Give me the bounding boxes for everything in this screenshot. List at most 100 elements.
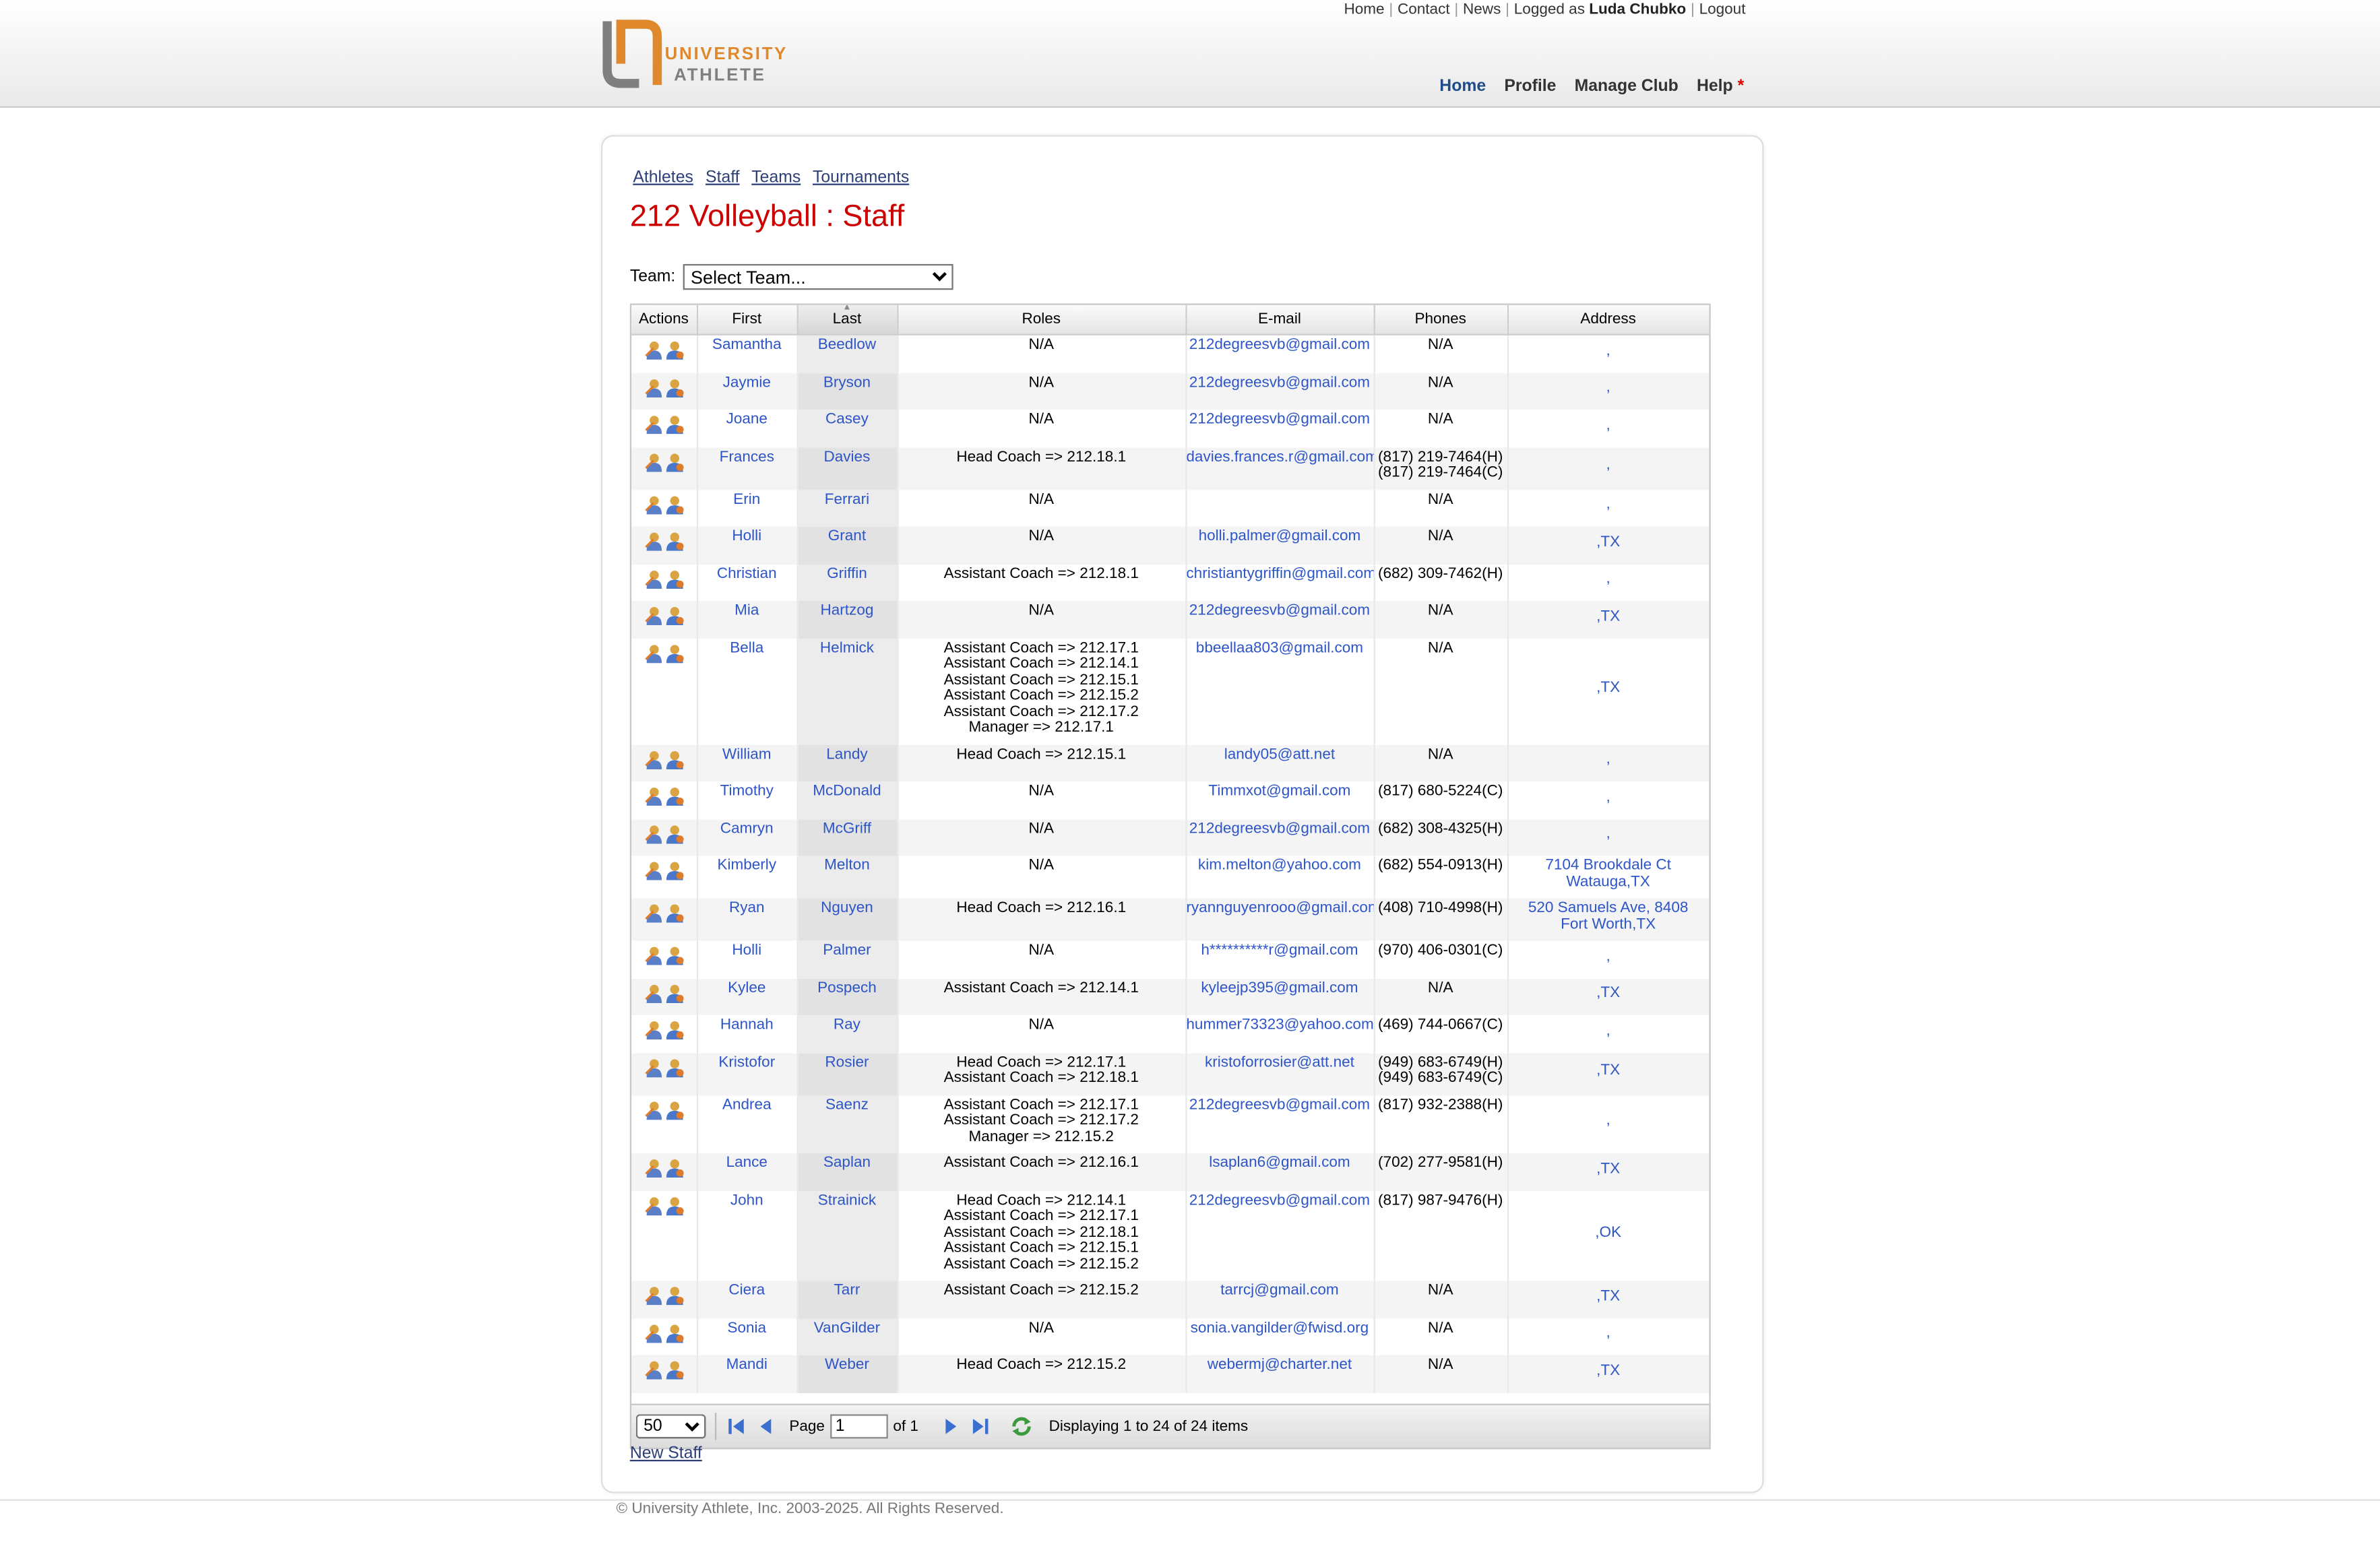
user-account-icon[interactable] — [664, 823, 684, 843]
user-account-icon[interactable] — [664, 1322, 684, 1343]
first-name-link[interactable]: Andrea — [722, 1097, 772, 1114]
email-link[interactable]: davies.frances.r@gmail.com — [1186, 449, 1372, 465]
last-name-link[interactable]: Saenz — [825, 1097, 869, 1114]
address-link[interactable]: ,TX — [1508, 680, 1708, 697]
last-name-link[interactable]: Nguyen — [821, 900, 873, 917]
email-link[interactable]: sonia.vangilder@fwisd.org — [1191, 1320, 1369, 1337]
address-link[interactable]: , — [1508, 752, 1708, 769]
user-account-icon[interactable] — [664, 945, 684, 965]
first-name-link[interactable]: Kylee — [728, 979, 765, 996]
last-name-link[interactable]: VanGilder — [814, 1320, 881, 1337]
last-name-link[interactable]: Bryson — [823, 374, 871, 391]
user-account-icon[interactable] — [664, 531, 684, 551]
user-account-icon[interactable] — [664, 1020, 684, 1040]
edit-staff-icon[interactable] — [644, 786, 663, 806]
last-name-link[interactable]: Helmick — [820, 639, 874, 656]
address-link[interactable]: , — [1508, 497, 1708, 514]
user-account-icon[interactable] — [664, 606, 684, 626]
user-account-icon[interactable] — [664, 749, 684, 769]
column-header-first[interactable]: First — [696, 304, 798, 335]
nav-help[interactable]: Help * — [1697, 77, 1744, 96]
email-link[interactable]: hummer73323@yahoo.com — [1186, 1017, 1372, 1033]
address-link[interactable]: , — [1508, 1113, 1708, 1130]
tab-athletes[interactable]: Athletes — [633, 168, 693, 187]
first-name-link[interactable]: Lance — [726, 1155, 768, 1171]
address-link[interactable]: , — [1508, 1326, 1708, 1343]
user-account-icon[interactable] — [664, 1099, 684, 1120]
address-link[interactable]: , — [1508, 827, 1708, 843]
last-name-link[interactable]: Beedlow — [818, 337, 876, 354]
column-header-phones[interactable]: Phones — [1373, 304, 1508, 335]
email-link[interactable]: 212degreesvb@gmail.com — [1189, 374, 1370, 391]
address-link[interactable]: ,TX — [1508, 1161, 1708, 1178]
top-link-contact[interactable]: Contact — [1398, 1, 1450, 18]
last-name-link[interactable]: Pospech — [817, 979, 877, 996]
user-account-icon[interactable] — [664, 1359, 684, 1380]
address-link[interactable]: ,OK — [1508, 1225, 1708, 1242]
address-link[interactable]: , — [1508, 417, 1708, 435]
email-link[interactable]: 212degreesvb@gmail.com — [1189, 337, 1370, 354]
address-link[interactable]: ,TX — [1508, 1288, 1708, 1306]
last-name-link[interactable]: Ferrari — [825, 491, 869, 508]
first-name-link[interactable]: Kristofor — [718, 1054, 775, 1070]
email-link[interactable]: bbeellaa803@gmail.com — [1196, 639, 1363, 656]
first-name-link[interactable]: Joane — [726, 411, 768, 428]
last-name-link[interactable]: McDonald — [813, 783, 881, 800]
column-header-address[interactable]: Address — [1507, 304, 1710, 335]
email-link[interactable]: lsaplan6@gmail.com — [1209, 1155, 1350, 1171]
column-header-actions[interactable]: Actions — [631, 304, 698, 335]
address-link[interactable]: , — [1508, 343, 1708, 360]
address-link[interactable]: ,TX — [1508, 1062, 1708, 1080]
edit-staff-icon[interactable] — [644, 494, 663, 514]
email-link[interactable]: 212degreesvb@gmail.com — [1189, 821, 1370, 837]
new-staff-link[interactable]: New Staff — [630, 1444, 702, 1463]
user-account-icon[interactable] — [664, 494, 684, 514]
email-link[interactable]: 212degreesvb@gmail.com — [1189, 1097, 1370, 1114]
first-page-icon[interactable] — [726, 1416, 747, 1438]
tab-tournaments[interactable]: Tournaments — [813, 168, 909, 187]
user-account-icon[interactable] — [664, 414, 684, 435]
edit-staff-icon[interactable] — [644, 1322, 663, 1343]
last-name-link[interactable]: Grant — [828, 528, 866, 545]
first-name-link[interactable]: Ryan — [729, 900, 765, 917]
email-link[interactable]: christiantygriffin@gmail.com — [1186, 565, 1372, 582]
user-account-icon[interactable] — [664, 569, 684, 588]
first-name-link[interactable]: Bella — [730, 639, 763, 656]
first-name-link[interactable]: Hannah — [720, 1017, 774, 1033]
edit-staff-icon[interactable] — [644, 1158, 663, 1178]
user-account-icon[interactable] — [664, 1285, 684, 1306]
edit-staff-icon[interactable] — [644, 340, 663, 360]
address-link[interactable]: , — [1508, 457, 1708, 474]
first-name-link[interactable]: Frances — [720, 449, 774, 465]
nav-profile[interactable]: Profile — [1504, 77, 1556, 96]
last-name-link[interactable]: Landy — [826, 746, 867, 763]
edit-staff-icon[interactable] — [644, 451, 663, 472]
edit-staff-icon[interactable] — [644, 1195, 663, 1215]
user-account-icon[interactable] — [664, 643, 684, 663]
last-name-link[interactable]: Hartzog — [820, 602, 873, 619]
refresh-icon[interactable] — [1009, 1416, 1034, 1438]
address-link[interactable]: , — [1508, 1023, 1708, 1039]
edit-staff-icon[interactable] — [644, 823, 663, 843]
address-link[interactable]: 7104 Brookdale Ct Watauga,TX — [1508, 858, 1708, 891]
last-name-link[interactable]: McGriff — [823, 821, 871, 837]
address-link[interactable]: ,TX — [1508, 1363, 1708, 1380]
first-name-link[interactable]: John — [730, 1192, 763, 1209]
user-account-icon[interactable] — [664, 860, 684, 880]
first-name-link[interactable]: Holli — [732, 942, 761, 959]
top-link-home[interactable]: Home — [1344, 1, 1384, 18]
address-link[interactable]: ,TX — [1508, 986, 1708, 1002]
email-link[interactable]: kyleejp395@gmail.com — [1201, 979, 1358, 996]
first-name-link[interactable]: Sonia — [727, 1320, 766, 1337]
first-name-link[interactable]: Jaymie — [723, 374, 771, 391]
user-account-icon[interactable] — [664, 983, 684, 1002]
tab-teams[interactable]: Teams — [751, 168, 801, 187]
column-header-roles[interactable]: Roles — [897, 304, 1187, 335]
last-name-link[interactable]: Melton — [824, 858, 870, 874]
last-name-link[interactable]: Griffin — [827, 565, 867, 582]
user-account-icon[interactable] — [664, 786, 684, 806]
edit-staff-icon[interactable] — [644, 1057, 663, 1077]
email-link[interactable]: tarrcj@gmail.com — [1220, 1282, 1339, 1299]
edit-staff-icon[interactable] — [644, 749, 663, 769]
first-name-link[interactable]: Camryn — [720, 821, 774, 837]
